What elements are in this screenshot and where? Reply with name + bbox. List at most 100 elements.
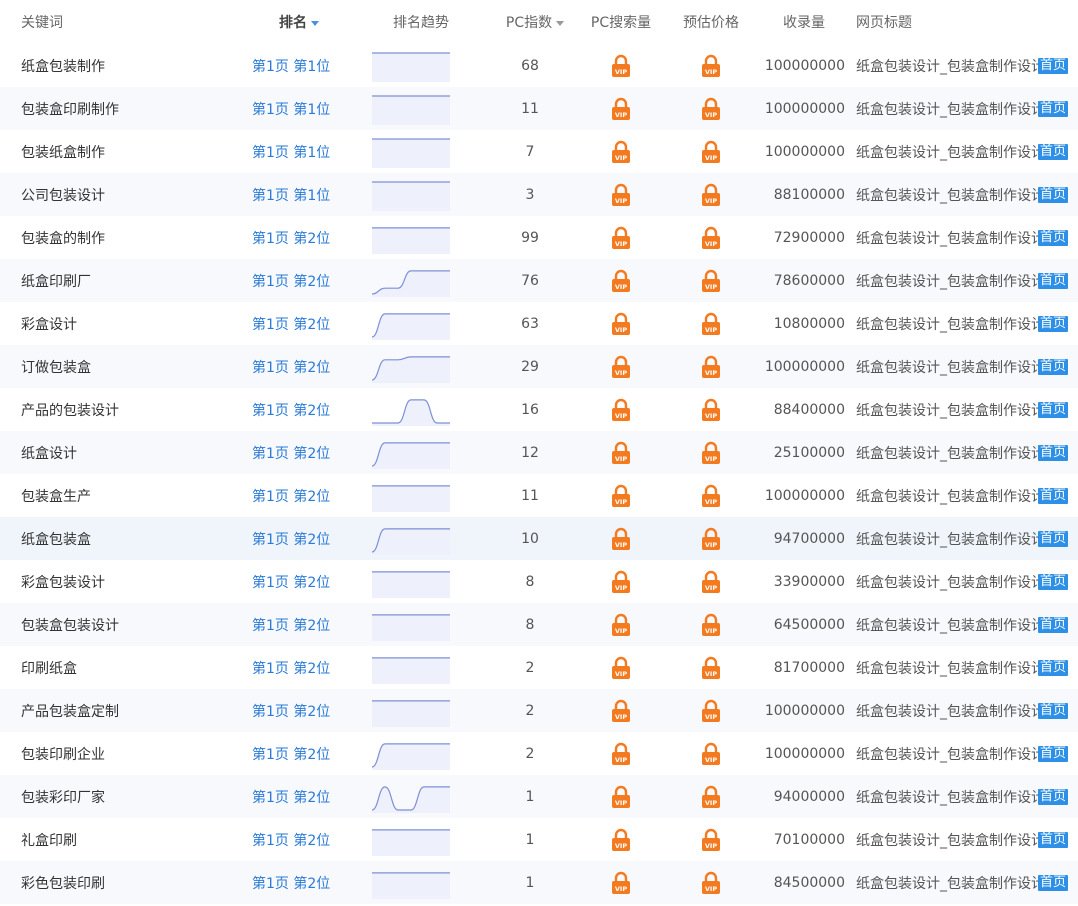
home-badge[interactable]: 首页 xyxy=(1038,100,1069,117)
rank-link[interactable]: 第1页 第1位 xyxy=(252,185,330,205)
home-badge[interactable]: 首页 xyxy=(1038,831,1069,848)
header-pc-index-sort[interactable]: PC指数 xyxy=(490,0,580,44)
vip-lock-icon[interactable]: VIP xyxy=(701,613,721,637)
vip-lock-icon[interactable]: VIP xyxy=(611,785,631,809)
rank-link[interactable]: 第1页 第2位 xyxy=(252,658,330,678)
indexed-cell: 88400000 xyxy=(750,388,845,431)
page-title-text: 纸盒包装设计_包装盒制作设计 xyxy=(856,875,1038,892)
vip-lock-icon[interactable]: VIP xyxy=(701,785,721,809)
keyword-text: 印刷纸盒 xyxy=(21,660,77,677)
vip-lock-icon[interactable]: VIP xyxy=(611,441,631,465)
vip-lock-icon[interactable]: VIP xyxy=(611,484,631,508)
home-badge[interactable]: 首页 xyxy=(1038,57,1069,74)
vip-lock-icon[interactable]: VIP xyxy=(701,871,721,895)
rank-link[interactable]: 第1页 第2位 xyxy=(252,529,330,549)
home-badge[interactable]: 首页 xyxy=(1038,229,1069,246)
rank-cell: 第1页 第1位 xyxy=(252,173,362,216)
vip-lock-icon[interactable]: VIP xyxy=(701,269,721,293)
price-cell: VIP xyxy=(684,560,738,603)
vip-lock-icon[interactable]: VIP xyxy=(611,54,631,78)
vip-lock-icon[interactable]: VIP xyxy=(611,226,631,250)
table-header: 关键词 排名 排名趋势 PC指数 PC搜索量 预估价格 收录量 网页标题 xyxy=(0,0,1078,44)
rank-link[interactable]: 第1页 第2位 xyxy=(252,615,330,635)
vip-lock-icon[interactable]: VIP xyxy=(701,312,721,336)
vip-lock-icon[interactable]: VIP xyxy=(701,828,721,852)
home-badge[interactable]: 首页 xyxy=(1038,272,1069,289)
trend-cell xyxy=(372,646,450,689)
price-cell: VIP xyxy=(684,689,738,732)
home-badge[interactable]: 首页 xyxy=(1038,315,1069,332)
vip-lock-icon[interactable]: VIP xyxy=(611,570,631,594)
vip-lock-icon[interactable]: VIP xyxy=(611,527,631,551)
pc-index-cell: 1 xyxy=(490,775,570,818)
vip-lock-icon[interactable]: VIP xyxy=(701,54,721,78)
rank-link[interactable]: 第1页 第2位 xyxy=(252,830,330,850)
rank-link[interactable]: 第1页 第2位 xyxy=(252,486,330,506)
vip-lock-icon[interactable]: VIP xyxy=(611,398,631,422)
rank-cell: 第1页 第1位 xyxy=(252,130,362,173)
rank-link[interactable]: 第1页 第2位 xyxy=(252,572,330,592)
rank-cell: 第1页 第2位 xyxy=(252,216,362,259)
vip-lock-icon[interactable]: VIP xyxy=(611,699,631,723)
home-badge[interactable]: 首页 xyxy=(1038,616,1069,633)
svg-text:VIP: VIP xyxy=(705,412,717,420)
home-badge[interactable]: 首页 xyxy=(1038,358,1069,375)
rank-link[interactable]: 第1页 第1位 xyxy=(252,142,330,162)
rank-link[interactable]: 第1页 第2位 xyxy=(252,443,330,463)
vip-lock-icon[interactable]: VIP xyxy=(701,355,721,379)
vip-lock-icon[interactable]: VIP xyxy=(611,613,631,637)
rank-link[interactable]: 第1页 第2位 xyxy=(252,873,330,893)
vip-lock-icon[interactable]: VIP xyxy=(611,742,631,766)
svg-text:VIP: VIP xyxy=(615,627,627,635)
vip-lock-icon[interactable]: VIP xyxy=(611,97,631,121)
rank-link[interactable]: 第1页 第1位 xyxy=(252,56,330,76)
vip-lock-icon[interactable]: VIP xyxy=(611,312,631,336)
vip-lock-icon[interactable]: VIP xyxy=(701,656,721,680)
vip-lock-icon[interactable]: VIP xyxy=(701,140,721,164)
vip-lock-icon[interactable]: VIP xyxy=(701,484,721,508)
home-badge[interactable]: 首页 xyxy=(1038,401,1069,418)
rank-link[interactable]: 第1页 第1位 xyxy=(252,99,330,119)
vip-lock-icon[interactable]: VIP xyxy=(611,269,631,293)
vip-lock-icon[interactable]: VIP xyxy=(701,699,721,723)
vip-lock-icon[interactable]: VIP xyxy=(701,742,721,766)
rank-link[interactable]: 第1页 第2位 xyxy=(252,228,330,248)
vip-lock-icon[interactable]: VIP xyxy=(701,398,721,422)
vip-lock-icon[interactable]: VIP xyxy=(701,226,721,250)
home-badge[interactable]: 首页 xyxy=(1038,573,1069,590)
price-cell: VIP xyxy=(684,775,738,818)
vip-lock-icon[interactable]: VIP xyxy=(701,97,721,121)
home-badge[interactable]: 首页 xyxy=(1038,444,1069,461)
header-rank-sort[interactable]: 排名 xyxy=(252,0,346,44)
home-badge[interactable]: 首页 xyxy=(1038,143,1069,160)
home-badge[interactable]: 首页 xyxy=(1038,788,1069,805)
vip-lock-icon[interactable]: VIP xyxy=(701,183,721,207)
vip-lock-icon[interactable]: VIP xyxy=(611,355,631,379)
vip-lock-icon[interactable]: VIP xyxy=(611,828,631,852)
rank-link[interactable]: 第1页 第2位 xyxy=(252,271,330,291)
vip-lock-icon[interactable]: VIP xyxy=(611,656,631,680)
vip-lock-icon[interactable]: VIP xyxy=(611,140,631,164)
vip-lock-icon[interactable]: VIP xyxy=(701,441,721,465)
rank-link[interactable]: 第1页 第2位 xyxy=(252,400,330,420)
pc-index-cell: 2 xyxy=(490,732,570,775)
rank-link[interactable]: 第1页 第2位 xyxy=(252,787,330,807)
vip-lock-icon[interactable]: VIP xyxy=(611,871,631,895)
home-badge[interactable]: 首页 xyxy=(1038,186,1069,203)
pc-index-value: 3 xyxy=(525,186,535,203)
rank-link[interactable]: 第1页 第2位 xyxy=(252,314,330,334)
price-cell: VIP xyxy=(684,388,738,431)
home-badge[interactable]: 首页 xyxy=(1038,659,1069,676)
rank-link[interactable]: 第1页 第2位 xyxy=(252,744,330,764)
home-badge[interactable]: 首页 xyxy=(1038,530,1069,547)
keyword-text: 纸盒包装制作 xyxy=(21,58,105,75)
vip-lock-icon[interactable]: VIP xyxy=(701,570,721,594)
home-badge[interactable]: 首页 xyxy=(1038,874,1069,891)
vip-lock-icon[interactable]: VIP xyxy=(611,183,631,207)
home-badge[interactable]: 首页 xyxy=(1038,487,1069,504)
rank-link[interactable]: 第1页 第2位 xyxy=(252,701,330,721)
rank-link[interactable]: 第1页 第2位 xyxy=(252,357,330,377)
home-badge[interactable]: 首页 xyxy=(1038,745,1069,762)
vip-lock-icon[interactable]: VIP xyxy=(701,527,721,551)
home-badge[interactable]: 首页 xyxy=(1038,702,1069,719)
